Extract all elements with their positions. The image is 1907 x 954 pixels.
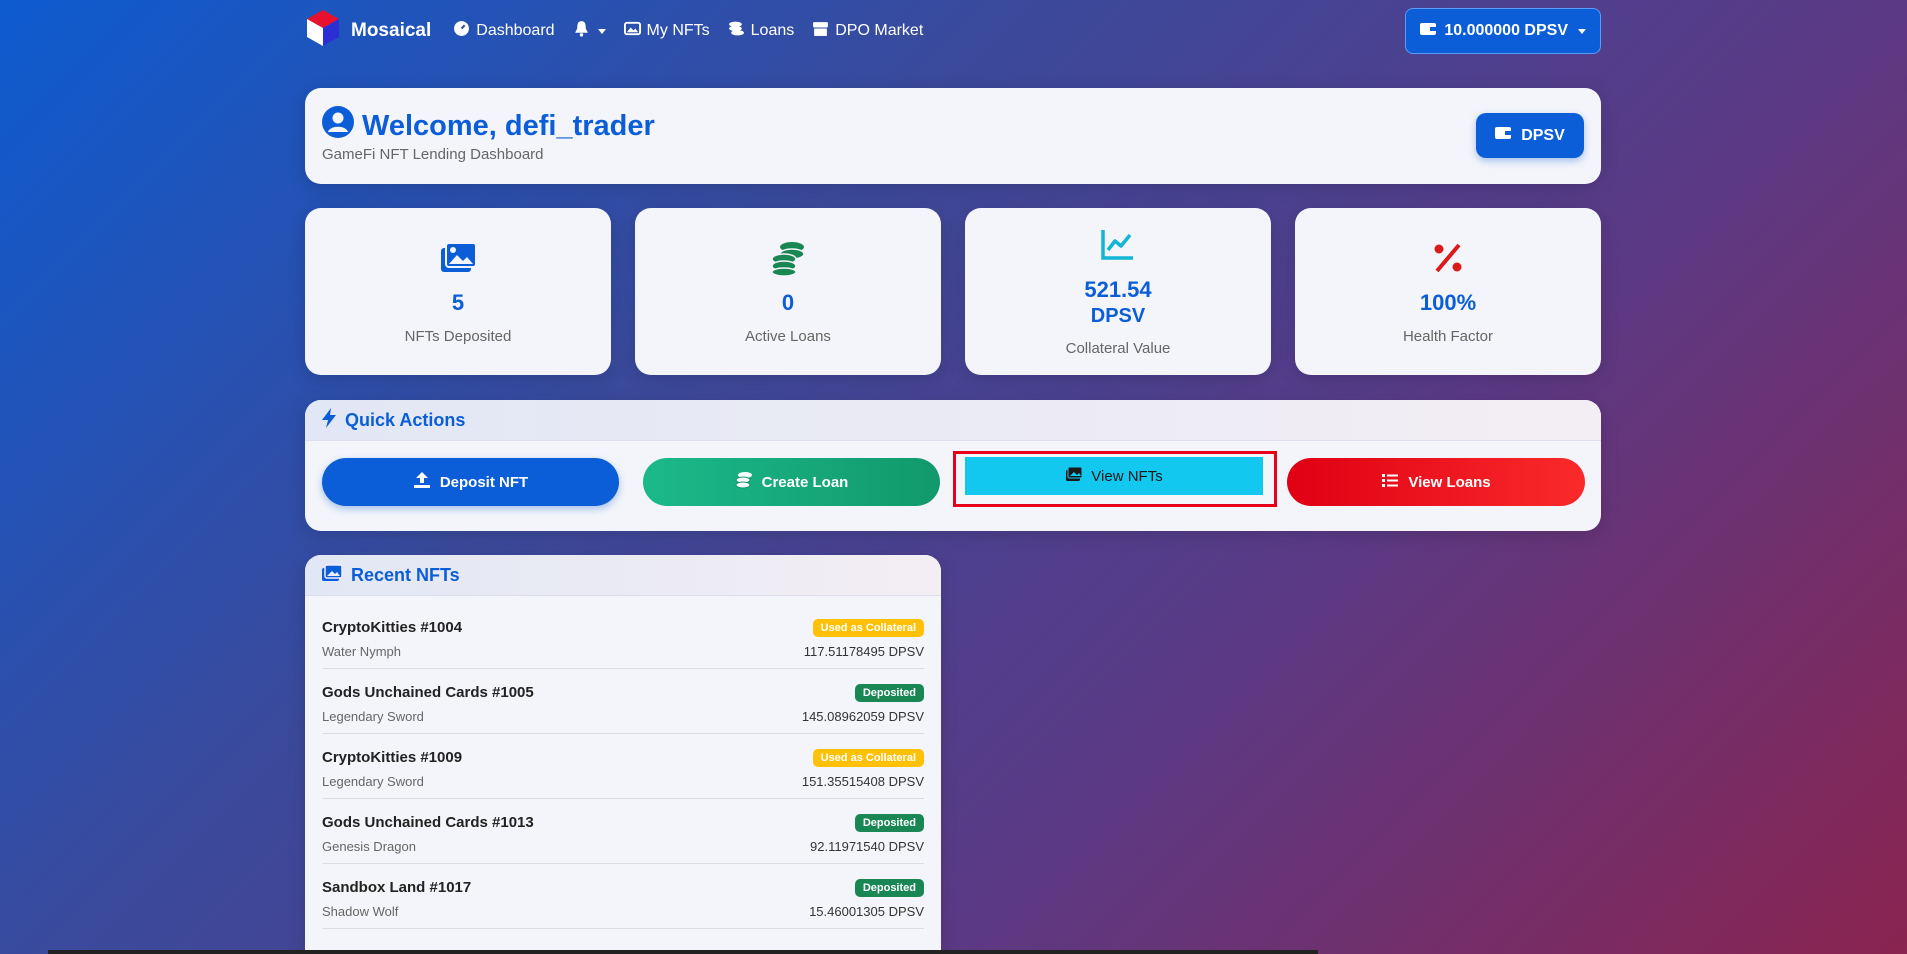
nav-dashboard-label: Dashboard <box>476 22 555 39</box>
bolt-icon <box>321 407 337 433</box>
welcome-title: Welcome, defi_trader <box>362 109 655 142</box>
nav-my-nfts-label: My NFTs <box>646 22 710 39</box>
stat-value: 5 <box>451 289 465 315</box>
deposit-nft-label: Deposit NFT <box>439 473 529 491</box>
chevron-down-icon <box>597 28 606 34</box>
nft-value: 145.08962059 DPSV <box>801 709 924 724</box>
upload-icon <box>413 471 431 493</box>
user-circle-icon <box>322 106 354 146</box>
status-badge: Deposited <box>854 684 924 702</box>
recent-nfts-header: Recent NFTs <box>305 555 941 596</box>
chart-line-icon <box>1099 226 1137 269</box>
nav-dpo-market-label: DPO Market <box>835 22 924 39</box>
nft-value: 92.11971540 DPSV <box>810 839 924 854</box>
nft-list: CryptoKitties #1004 Water Nymph Used as … <box>305 604 941 929</box>
welcome-card: Welcome, defi_trader GameFi NFT Lending … <box>305 88 1601 184</box>
nav-my-nfts[interactable]: My NFTs <box>623 20 710 42</box>
nav-dpo-market[interactable]: DPO Market <box>812 20 923 42</box>
nav-notifications[interactable] <box>573 20 606 42</box>
status-badge: Used as Collateral <box>812 619 924 637</box>
dpsv-button[interactable]: DPSV <box>1476 113 1584 158</box>
nft-name: CryptoKitties #1009 <box>322 749 463 766</box>
images-icon <box>321 563 343 587</box>
coins-icon <box>769 239 807 282</box>
stat-unit: DPSV <box>1090 305 1146 327</box>
wallet-balance: 10.000000 DPSV <box>1444 22 1568 39</box>
view-nfts-button[interactable]: View NFTs <box>965 457 1263 495</box>
nav-dashboard[interactable]: Dashboard <box>453 20 555 42</box>
stat-value: 0 <box>781 289 795 315</box>
quick-actions-title: Quick Actions <box>345 409 466 430</box>
nft-subtitle: Legendary Sword <box>322 709 424 724</box>
nft-subtitle: Legendary Sword <box>322 774 424 789</box>
coins-icon <box>728 20 745 42</box>
stat-card-collateral-value: 521.54 DPSV Collateral Value <box>965 208 1271 375</box>
nft-subtitle: Water Nymph <box>322 644 401 659</box>
nft-name: CryptoKitties #1004 <box>322 619 463 636</box>
status-badge: Deposited <box>854 814 924 832</box>
brand-name: Mosaical <box>351 20 432 41</box>
gauge-icon <box>453 20 470 42</box>
stat-label: Collateral Value <box>1065 340 1171 357</box>
horizontal-scrollbar[interactable] <box>48 950 1318 954</box>
list-item[interactable]: CryptoKitties #1009 Legendary Sword Used… <box>322 734 924 799</box>
stat-value: 100% <box>1419 289 1477 315</box>
nft-value: 117.51178495 DPSV <box>803 644 924 659</box>
stat-card-nfts-deposited: 5 NFTs Deposited <box>305 208 611 375</box>
dpsv-button-label: DPSV <box>1521 126 1565 144</box>
cube-logo-icon <box>305 8 341 54</box>
status-badge: Deposited <box>854 879 924 897</box>
list-item[interactable]: Sandbox Land #1017 Shadow Wolf Deposited… <box>322 864 924 929</box>
nft-value: 151.35515408 DPSV <box>801 774 924 789</box>
nft-name: Gods Unchained Cards #1013 <box>322 814 534 831</box>
nft-subtitle: Genesis Dragon <box>322 839 416 854</box>
stat-label: Health Factor <box>1402 327 1494 345</box>
percent-icon <box>1429 239 1467 282</box>
welcome-subtitle: GameFi NFT Lending Dashboard <box>322 146 544 163</box>
stat-value: 521.54 <box>1084 277 1152 302</box>
nft-value: 15.46001305 DPSV <box>809 904 924 919</box>
bell-icon <box>573 20 590 42</box>
navbar: Mosaical Dashboard My NFTs Loans DPO Mar… <box>305 0 1601 62</box>
wallet-dropdown[interactable]: 10.000000 DPSV <box>1405 8 1601 54</box>
images-icon <box>623 20 641 42</box>
images-icon <box>1065 466 1083 486</box>
view-loans-label: View Loans <box>1408 473 1491 491</box>
wallet-icon <box>1495 126 1512 145</box>
list-item[interactable]: CryptoKitties #1004 Water Nymph Used as … <box>322 604 924 669</box>
brand[interactable]: Mosaical <box>305 8 431 54</box>
create-loan-button[interactable]: Create Loan <box>643 458 940 506</box>
deposit-nft-button[interactable]: Deposit NFT <box>322 458 619 506</box>
list-item[interactable]: Gods Unchained Cards #1013 Genesis Drago… <box>322 799 924 864</box>
status-badge: Used as Collateral <box>812 749 924 767</box>
view-nfts-label: View NFTs <box>1091 467 1163 485</box>
list-icon <box>1381 471 1399 493</box>
stat-label: NFTs Deposited <box>404 327 512 345</box>
stat-card-health-factor: 100% Health Factor <box>1295 208 1601 375</box>
nft-name: Gods Unchained Cards #1005 <box>322 684 534 701</box>
nft-name: Sandbox Land #1017 <box>322 879 472 896</box>
nav-loans-label: Loans <box>750 22 795 39</box>
create-loan-label: Create Loan <box>761 473 849 491</box>
welcome-heading: Welcome, defi_trader <box>322 106 655 146</box>
wallet-icon <box>1420 22 1437 41</box>
view-loans-button[interactable]: View Loans <box>1287 458 1585 506</box>
stat-label: Active Loans <box>745 327 831 345</box>
images-icon <box>439 239 477 282</box>
nav-loans[interactable]: Loans <box>728 20 795 42</box>
chevron-down-icon <box>1578 28 1586 34</box>
store-icon <box>812 20 829 42</box>
quick-actions-header: Quick Actions <box>305 400 1601 441</box>
nft-subtitle: Shadow Wolf <box>322 904 399 919</box>
recent-nfts-title: Recent NFTs <box>351 564 460 585</box>
recent-nfts-card: Recent NFTs CryptoKitties #1004 Water Ny… <box>305 555 941 954</box>
stat-card-active-loans: 0 Active Loans <box>635 208 941 375</box>
list-item[interactable]: Gods Unchained Cards #1005 Legendary Swo… <box>322 669 924 734</box>
coins-icon <box>735 471 753 493</box>
